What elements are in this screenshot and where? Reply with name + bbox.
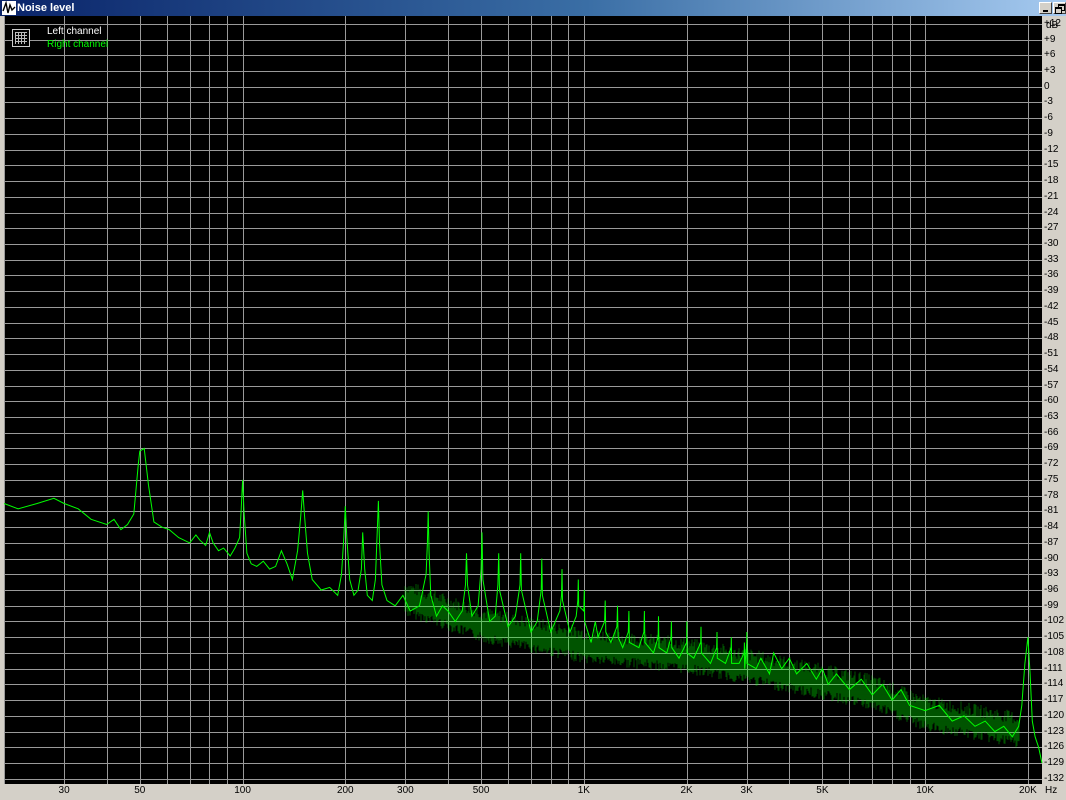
y-tick-label: -39 xyxy=(1044,285,1059,297)
x-tick-label: 1K xyxy=(577,785,590,796)
y-tick-label: -18 xyxy=(1044,175,1059,187)
y-tick-label: -48 xyxy=(1044,332,1059,344)
y-tick-label: -81 xyxy=(1044,505,1059,517)
y-tick-label: -33 xyxy=(1044,253,1059,265)
y-tick-label: -114 xyxy=(1044,678,1064,690)
y-tick-label: +6 xyxy=(1044,49,1056,61)
y-tick-label: -120 xyxy=(1044,709,1065,721)
y-tick-label: -96 xyxy=(1044,584,1059,596)
minimize-button[interactable] xyxy=(1039,2,1052,14)
x-tick-label: 10K xyxy=(916,785,935,796)
y-tick-label: -99 xyxy=(1044,599,1059,611)
window-title: Noise level xyxy=(17,2,75,14)
y-tick-label: -42 xyxy=(1044,300,1059,312)
y-tick-label: -66 xyxy=(1044,426,1059,438)
y-tick-label: -102 xyxy=(1044,615,1065,627)
y-tick-label: -93 xyxy=(1044,568,1059,580)
y-tick-label: -63 xyxy=(1044,411,1059,423)
x-tick-label: 50 xyxy=(134,785,146,796)
y-tick-label: -3 xyxy=(1044,96,1053,108)
y-tick-label: -129 xyxy=(1044,757,1065,769)
y-tick-label: -36 xyxy=(1044,269,1059,281)
y-tick-label: -24 xyxy=(1044,206,1059,218)
y-tick-label: -111 xyxy=(1044,662,1063,674)
x-tick-label: 30 xyxy=(58,785,70,796)
legend-left-channel: Left channel xyxy=(47,26,102,37)
y-tick-label: 0 xyxy=(1044,80,1050,92)
x-tick-label: 20K xyxy=(1018,785,1037,796)
window-titlebar[interactable]: Noise level xyxy=(0,0,1066,16)
y-tick-label: -90 xyxy=(1044,552,1059,564)
x-tick-label: 100 xyxy=(234,785,251,796)
y-tick-label: -6 xyxy=(1044,112,1053,124)
y-tick-label: +9 xyxy=(1044,33,1056,45)
y-tick-label: -132 xyxy=(1044,772,1065,784)
x-tick-label: 500 xyxy=(472,785,490,796)
x-axis-label: Hz xyxy=(1045,785,1058,796)
app-waveform-icon xyxy=(2,1,16,15)
y-tick-label: -126 xyxy=(1044,741,1065,753)
y-tick-label: -87 xyxy=(1044,536,1059,548)
x-tick-label: 300 xyxy=(397,785,414,796)
x-tick-label: 3K xyxy=(740,785,753,796)
y-tick-label: -108 xyxy=(1044,646,1065,658)
y-tick-label: -51 xyxy=(1044,348,1059,360)
x-tick-label: 200 xyxy=(336,785,354,796)
y-tick-label: -12 xyxy=(1044,143,1059,155)
y-tick-label: -9 xyxy=(1044,127,1053,139)
legend-grid-icon[interactable] xyxy=(12,29,30,47)
restore-button[interactable] xyxy=(1053,2,1066,14)
y-tick-label: -54 xyxy=(1044,363,1059,375)
y-tick-label: -69 xyxy=(1044,442,1059,454)
x-tick-label: 5K xyxy=(816,785,829,796)
y-tick-label: -105 xyxy=(1044,631,1065,643)
x-tick-label: 2K xyxy=(680,785,693,796)
y-tick-label: -60 xyxy=(1044,395,1059,407)
y-tick-label: -15 xyxy=(1044,159,1059,171)
y-tick-label: -123 xyxy=(1044,725,1065,737)
y-tick-label: -75 xyxy=(1044,473,1059,485)
plot-area xyxy=(4,16,1042,784)
y-tick-label: -78 xyxy=(1044,489,1059,501)
y-tick-label: -45 xyxy=(1044,316,1059,328)
y-tick-label: -57 xyxy=(1044,379,1059,391)
y-tick-label: -117 xyxy=(1044,694,1064,706)
y-tick-label: +3 xyxy=(1044,65,1056,77)
noise-level-chart xyxy=(3,16,1043,784)
y-tick-label: -84 xyxy=(1044,521,1059,533)
y-tick-label: -21 xyxy=(1044,190,1059,202)
y-tick-label: -72 xyxy=(1044,458,1059,470)
y-axis-label: dB xyxy=(1046,20,1059,31)
legend-right-channel: Right channel xyxy=(47,39,109,50)
y-tick-label: -30 xyxy=(1044,238,1059,250)
y-tick-label: -27 xyxy=(1044,222,1059,234)
